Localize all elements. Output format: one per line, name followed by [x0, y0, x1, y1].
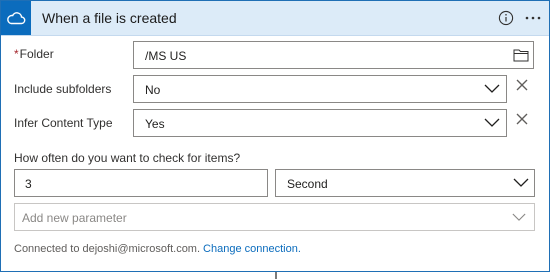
include-subfolders-label: Include subfolders — [14, 82, 112, 96]
connection-info: Connected to dejoshi@microsoft.com. Chang… — [14, 243, 301, 255]
info-icon[interactable] — [498, 10, 514, 26]
remove-include-subfolders-icon[interactable] — [516, 79, 528, 91]
frequency-unit-value: Second — [287, 177, 328, 191]
folder-field[interactable]: /MS US — [133, 41, 534, 69]
frequency-unit-dropdown[interactable]: Second — [275, 169, 535, 197]
folder-icon[interactable] — [513, 48, 529, 62]
trigger-card: When a file is created *Folder /MS US In… — [0, 0, 550, 272]
add-new-parameter-dropdown[interactable]: Add new parameter — [14, 203, 535, 231]
chevron-down-icon — [513, 178, 529, 187]
folder-value: /MS US — [145, 49, 187, 63]
onedrive-cloud-icon — [1, 1, 31, 35]
card-header[interactable]: When a file is created — [1, 1, 549, 36]
remove-infer-content-type-icon[interactable] — [516, 113, 528, 125]
include-subfolders-value: No — [145, 83, 161, 97]
chevron-down-icon — [484, 84, 500, 93]
infer-content-type-label: Infer Content Type — [14, 116, 113, 130]
required-marker: * — [14, 47, 19, 61]
flow-connector — [275, 272, 277, 279]
connected-text: Connected to dejoshi@microsoft.com. — [14, 243, 201, 255]
include-subfolders-dropdown[interactable]: No — [133, 75, 507, 103]
infer-content-type-dropdown[interactable]: Yes — [133, 109, 507, 137]
folder-label: *Folder — [14, 47, 54, 61]
add-parameter-placeholder: Add new parameter — [22, 211, 127, 225]
chevron-down-icon — [512, 213, 526, 221]
trigger-title: When a file is created — [42, 10, 177, 26]
more-options-icon[interactable] — [523, 10, 543, 26]
frequency-question: How often do you want to check for items… — [14, 151, 241, 165]
folder-label-text: Folder — [19, 47, 54, 61]
chevron-down-icon — [484, 118, 500, 127]
change-connection-link[interactable]: Change connection. — [203, 243, 301, 255]
interval-value: 3 — [25, 177, 32, 191]
infer-content-type-value: Yes — [145, 117, 165, 131]
interval-input[interactable]: 3 — [14, 169, 268, 197]
